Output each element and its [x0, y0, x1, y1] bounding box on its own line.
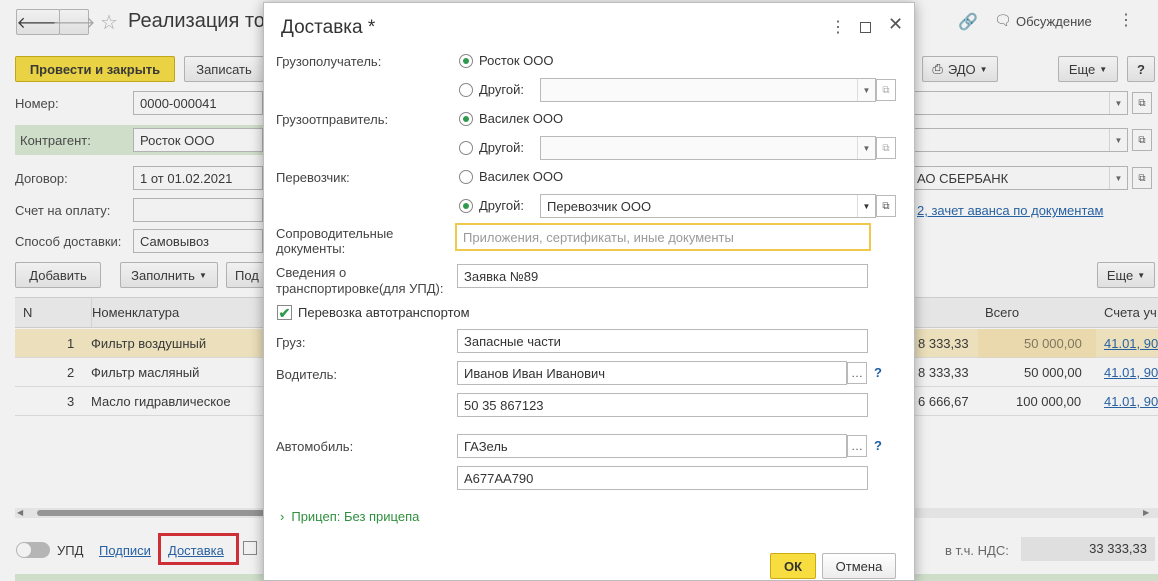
transport-label-line2: транспортировке(для УПД):	[276, 281, 444, 296]
car-label: Автомобиль:	[276, 439, 354, 454]
open-icon[interactable]: ⧉	[876, 195, 896, 217]
documents-placeholder: Приложения, сертификаты, иные документы	[463, 229, 734, 245]
auto-transport-checkbox[interactable]: ✔	[277, 305, 292, 320]
ok-button[interactable]: ОК	[770, 553, 816, 579]
cancel-button[interactable]: Отмена	[822, 553, 896, 579]
consignor-label: Грузоотправитель:	[276, 112, 389, 127]
driver-field[interactable]: Иванов Иван Иванович	[457, 361, 847, 385]
consignor-radio-other[interactable]	[459, 141, 473, 155]
car-field[interactable]: ГАЗель	[457, 434, 847, 458]
carrier-radio-other[interactable]	[459, 199, 473, 213]
close-icon[interactable]: ✕	[888, 14, 903, 35]
dialog-menu-icon[interactable]: ⋮	[830, 17, 846, 37]
documents-field[interactable]: Приложения, сертификаты, иные документы	[455, 223, 871, 251]
maximize-icon[interactable]	[860, 22, 871, 33]
driver-label: Водитель:	[276, 367, 338, 382]
documents-label-line1: Сопроводительные	[276, 226, 394, 241]
open-icon[interactable]: ⧉	[876, 79, 896, 101]
driver-document-field[interactable]: 50 35 867123	[457, 393, 868, 417]
carrier-label: Перевозчик:	[276, 170, 350, 185]
car-number-field[interactable]: А677АА790	[457, 466, 868, 490]
carrier-option-label: Василек ООО	[479, 169, 564, 184]
consignee-radio-other[interactable]	[459, 83, 473, 97]
consignee-other-field[interactable]: ▼	[540, 78, 876, 102]
cargo-field[interactable]: Запасные части	[457, 329, 868, 353]
chevron-down-icon: ▼	[857, 79, 875, 101]
consignor-radio-vasilek[interactable]	[459, 112, 473, 126]
carrier-radio-vasilek[interactable]	[459, 170, 473, 184]
dialog-title: Доставка *	[281, 17, 376, 38]
consignee-other-label: Другой:	[479, 82, 524, 97]
checkmark-icon: ✔	[278, 304, 291, 321]
trailer-group[interactable]: › Прицеп: Без прицепа	[280, 509, 419, 524]
open-icon[interactable]: ⧉	[876, 137, 896, 159]
car-select-button[interactable]: …	[847, 435, 867, 457]
consignor-other-field[interactable]: ▼	[540, 136, 876, 160]
transport-info-field[interactable]: Заявка №89	[457, 264, 868, 288]
car-help-icon[interactable]: ?	[874, 438, 882, 453]
consignor-option-label: Василек ООО	[479, 111, 564, 126]
driver-select-button[interactable]: …	[847, 362, 867, 384]
chevron-down-icon: ▼	[857, 137, 875, 159]
auto-transport-label: Перевозка автотранспортом	[298, 305, 470, 320]
driver-help-icon[interactable]: ?	[874, 365, 882, 380]
documents-label-line2: документы:	[276, 241, 346, 256]
delivery-dialog: Доставка * ⋮ ✕ Грузополучатель: Росток О…	[263, 2, 915, 581]
chevron-down-icon: ▼	[857, 195, 875, 217]
consignee-option-label: Росток ООО	[479, 53, 554, 68]
chevron-right-icon: ›	[280, 509, 285, 524]
carrier-value: Перевозчик ООО	[547, 198, 652, 214]
carrier-field[interactable]: Перевозчик ООО ▼	[540, 194, 876, 218]
cargo-label: Груз:	[276, 335, 306, 350]
trailer-label: Прицеп: Без прицепа	[291, 509, 420, 524]
consignor-other-label: Другой:	[479, 140, 524, 155]
consignee-radio-rostok[interactable]	[459, 54, 473, 68]
transport-label-line1: Сведения о	[276, 265, 347, 280]
carrier-other-label: Другой:	[479, 198, 524, 213]
consignee-label: Грузополучатель:	[276, 54, 382, 69]
